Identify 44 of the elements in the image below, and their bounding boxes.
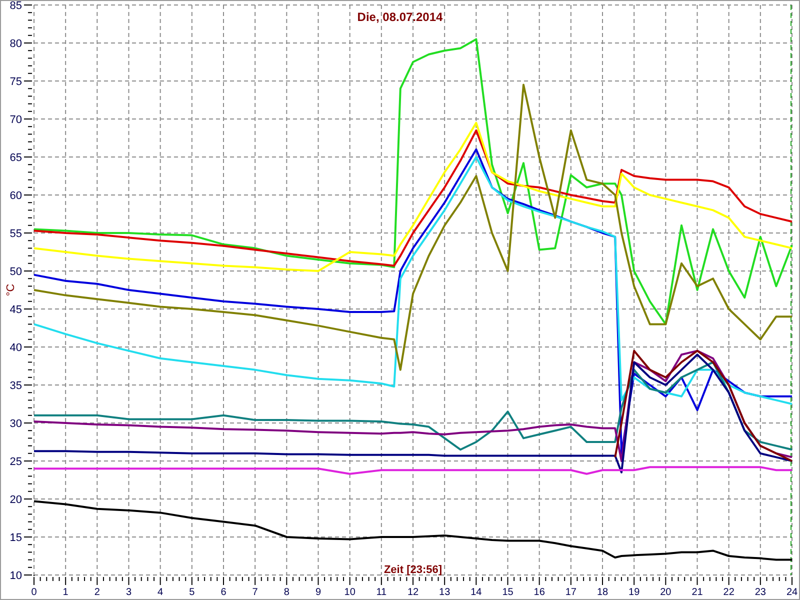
axis-tick-label: 5 — [189, 587, 195, 598]
axis-tick-label: 18 — [596, 587, 608, 598]
axis-tick-label: 55 — [10, 228, 22, 240]
chart-title: Die, 08.07.2014 — [357, 10, 443, 24]
axis-tick-label: 45 — [10, 304, 22, 316]
axis-tick-label: 75 — [10, 76, 22, 88]
axis-tick-label: 0 — [31, 587, 37, 598]
axis-tick-label: 7 — [252, 587, 258, 598]
axis-tick-label: 35 — [10, 380, 22, 392]
axis-tick-label: 20 — [660, 587, 672, 598]
axis-tick-label: 50 — [10, 266, 22, 278]
axis-tick-label: 8 — [284, 587, 290, 598]
axis-tick-label: 23 — [754, 587, 766, 598]
y-axis-label: °C — [5, 284, 17, 296]
axis-tick-label: 16 — [534, 587, 545, 598]
axis-tick-label: 21 — [692, 587, 703, 598]
axis-tick-label: 60 — [10, 190, 22, 202]
axis-tick-label: 1 — [62, 587, 68, 598]
axis-tick-label: 15 — [502, 587, 514, 598]
axis-tick-label: 19 — [628, 587, 640, 598]
axis-tick-label: 15 — [10, 532, 22, 544]
axis-tick-label: 13 — [439, 587, 450, 598]
axis-tick-label: 22 — [723, 587, 734, 598]
x-axis-label: Zeit [23:56] — [384, 564, 442, 576]
axis-tick-label: 2 — [94, 587, 100, 598]
axis-tick-label: 11 — [376, 587, 387, 598]
axis-tick-label: 10 — [344, 587, 356, 598]
axis-tick-label: 4 — [158, 587, 164, 598]
axis-tick-label: 12 — [407, 587, 419, 598]
axis-tick-label: 20 — [10, 494, 22, 506]
axis-tick-label: 6 — [220, 587, 226, 598]
axis-tick-label: 10 — [10, 570, 22, 582]
axis-tick-label: 3 — [126, 587, 132, 598]
axis-tick-label: 65 — [10, 152, 22, 164]
axis-tick-label: 24 — [786, 587, 798, 598]
axis-tick-label: 25 — [10, 456, 22, 468]
axis-tick-label: 14 — [470, 587, 482, 598]
axis-tick-label: 30 — [10, 418, 22, 430]
axis-tick-label: 9 — [315, 587, 322, 598]
axis-tick-label: 17 — [565, 587, 576, 598]
axis-tick-label: 40 — [10, 342, 22, 354]
axis-tick-label: 70 — [10, 114, 22, 126]
axis-tick-label: 80 — [10, 38, 22, 50]
axis-tick-label: 85 — [10, 1, 22, 12]
